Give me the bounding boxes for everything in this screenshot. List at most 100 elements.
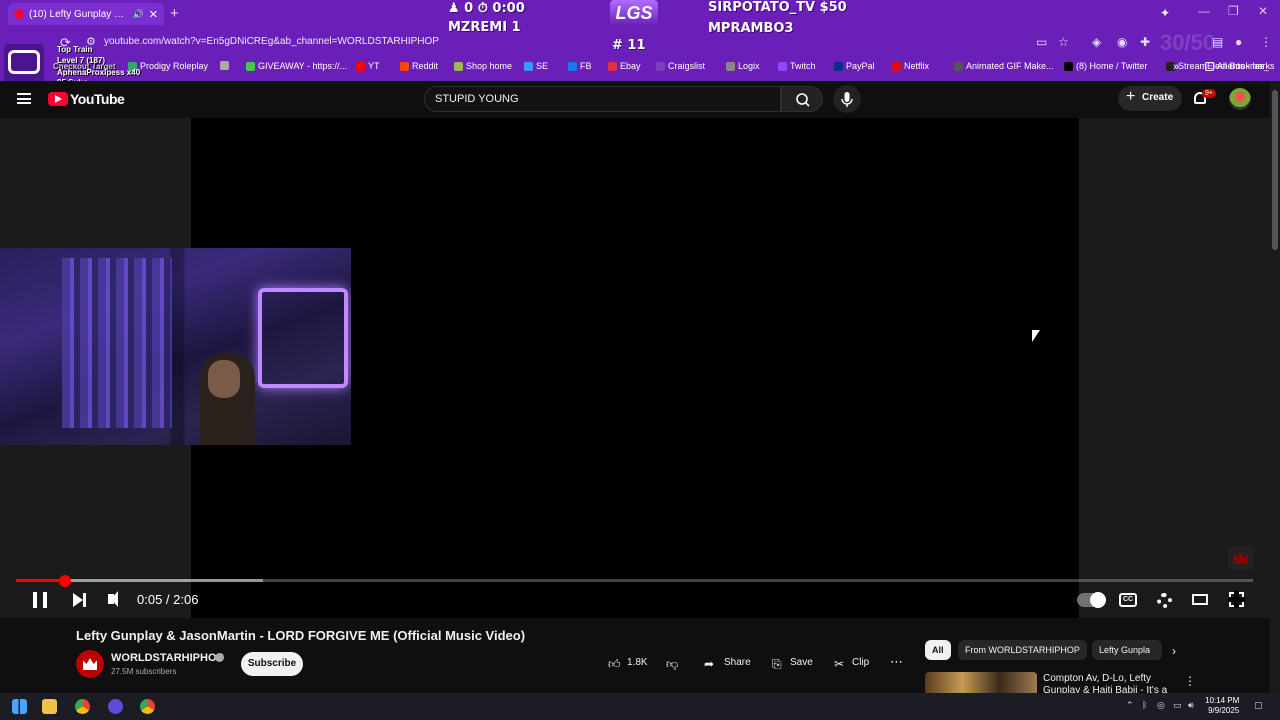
bookmark-item[interactable]: Reddit	[400, 61, 438, 71]
chrome-icon[interactable]	[140, 699, 155, 714]
captions-button[interactable]: CC	[1119, 593, 1137, 607]
search-icon	[796, 93, 810, 107]
scrollbar-thumb[interactable]	[1272, 90, 1278, 250]
minimize-button[interactable]: —	[1198, 4, 1210, 18]
train-level: Level 7 (187)	[57, 56, 106, 65]
active-tab[interactable]: (10) Lefty Gunplay & JasonMartin 🔊 ✕	[8, 3, 164, 25]
recommendation-menu-icon[interactable]: ⋮	[1184, 674, 1196, 688]
youtube-logo-icon[interactable]	[48, 92, 68, 106]
search-input[interactable]: STUPID YOUNG	[424, 86, 781, 112]
voice-search-button[interactable]	[833, 85, 861, 113]
chrome-icon[interactable]	[75, 699, 90, 714]
streamer-webcam	[0, 248, 351, 445]
bookmark-favicon-icon	[1064, 61, 1073, 71]
tray-network-icon[interactable]: ▭	[1173, 700, 1182, 711]
progress-played	[16, 579, 66, 582]
more-bookmarks-chevron-icon[interactable]: »	[1173, 61, 1179, 73]
start-windows-icon[interactable]	[12, 699, 27, 714]
train-icon	[8, 50, 40, 74]
train-sub: AphenaProxipess x40	[57, 68, 141, 77]
new-tab-button[interactable]: +	[170, 5, 179, 22]
close-window-button[interactable]: ✕	[1258, 4, 1268, 18]
profile-icon[interactable]: ●	[1235, 35, 1242, 49]
app-icon[interactable]	[108, 699, 123, 714]
clip-button[interactable]: Clip	[852, 657, 869, 668]
file-explorer-icon[interactable]	[42, 699, 57, 714]
more-actions-icon[interactable]: ⋯	[890, 654, 903, 670]
clip-icon[interactable]: ✂	[834, 657, 844, 671]
bookmark-item[interactable]: GIVEAWAY - https://...	[246, 61, 347, 71]
share-icon[interactable]: ➦	[704, 657, 714, 671]
search-button[interactable]	[781, 86, 823, 112]
menu-icon[interactable]: ⋮	[1260, 35, 1272, 49]
bookmark-item[interactable]	[220, 61, 229, 70]
bookmark-favicon-icon	[524, 61, 533, 71]
taskbar-clock[interactable]: 10:14 PM 9/9/2025	[1205, 696, 1239, 716]
like-icon[interactable]: 👍︎	[608, 657, 621, 672]
settings-gear-icon[interactable]	[1157, 593, 1172, 608]
autoplay-toggle[interactable]	[1077, 592, 1106, 608]
bookmark-item[interactable]: Shop home	[454, 61, 512, 71]
account-avatar[interactable]	[1229, 88, 1251, 110]
sparkle-icon[interactable]: ✦	[1160, 6, 1170, 20]
youtube-logo-text[interactable]: YouTube	[70, 91, 125, 107]
bookmark-item[interactable]: PayPal	[834, 61, 875, 71]
bookmark-label: Prodigy Roleplay	[140, 61, 209, 71]
close-tab-icon[interactable]: ✕	[149, 8, 158, 21]
tray-chevron-icon[interactable]: ⌃	[1126, 700, 1134, 711]
bookmark-item[interactable]: Logix	[726, 61, 760, 71]
bookmark-item[interactable]: Twitch	[778, 61, 816, 71]
puzzle-icon[interactable]: ✚	[1140, 35, 1150, 49]
extension-icon[interactable]: ▤	[1212, 35, 1223, 49]
tray-volume-icon[interactable]: 🔊︎	[1188, 700, 1194, 711]
bookmark-label: YT	[368, 61, 380, 71]
volume-icon[interactable]	[108, 591, 118, 607]
bookmark-favicon-icon	[656, 61, 665, 71]
maximize-button[interactable]: ❐	[1228, 4, 1239, 18]
bookmark-item[interactable]: Ebay	[608, 61, 641, 71]
all-bookmarks[interactable]: All Bookmarks	[1205, 61, 1275, 71]
bookmark-item[interactable]: SE	[524, 61, 548, 71]
pause-icon[interactable]	[33, 592, 47, 608]
extension-icon[interactable]: ◉	[1117, 35, 1127, 49]
create-button[interactable]: Create	[1118, 86, 1182, 111]
extension-icon[interactable]: ◈	[1092, 35, 1101, 49]
cast-icon[interactable]: ▭	[1036, 35, 1047, 49]
chevron-right-icon[interactable]: ›	[1172, 644, 1176, 658]
bookmark-favicon-icon	[568, 61, 577, 71]
hamburger-menu-icon[interactable]	[17, 93, 31, 104]
theater-mode-icon[interactable]	[1192, 594, 1208, 605]
folder-icon	[1205, 61, 1214, 71]
tray-steam-icon[interactable]: ◎	[1157, 700, 1165, 711]
speaker-icon[interactable]: 🔊	[133, 9, 144, 20]
chip-all[interactable]: All	[925, 640, 951, 660]
next-video-icon[interactable]	[73, 593, 86, 607]
address-bar[interactable]: youtube.com/watch?v=En5gDNiCREg&ab_chann…	[104, 36, 439, 47]
dislike-icon[interactable]: 👎︎	[666, 657, 678, 672]
recommendation-title[interactable]: Compton Av, D-Lo, Lefty Gunplay & Haiti …	[1043, 673, 1168, 693]
chip-from-channel[interactable]: From WORLDSTARHIPHOP	[958, 640, 1087, 660]
bookmark-item[interactable]: YT	[356, 61, 380, 71]
chip-artist[interactable]: Lefty Gunpla	[1092, 640, 1162, 660]
subscribe-button[interactable]: Subscribe	[241, 652, 303, 676]
time-display: 0:05 / 2:06	[137, 592, 199, 607]
bookmark-item[interactable]: (8) Home / Twitter	[1064, 61, 1147, 71]
bookmark-star-icon[interactable]: ☆	[1058, 35, 1069, 49]
recommendation-thumbnail[interactable]	[925, 672, 1037, 694]
share-button[interactable]: Share	[724, 657, 751, 668]
verified-check-icon	[215, 653, 224, 662]
bookmark-label: Netflix	[904, 61, 930, 71]
tray-bluetooth-icon[interactable]: ᛒ	[1142, 700, 1147, 710]
notification-center-icon[interactable]: ▢	[1254, 700, 1263, 711]
channel-avatar[interactable]	[76, 650, 104, 678]
bookmark-item[interactable]: Craigslist	[656, 61, 705, 71]
save-icon[interactable]: ⎘	[772, 657, 782, 672]
bookmark-item[interactable]: Animated GIF Make...	[954, 61, 1054, 71]
fullscreen-icon[interactable]	[1228, 591, 1245, 608]
like-count[interactable]: 1.8K	[627, 657, 648, 668]
channel-name[interactable]: WORLDSTARHIPHOP	[111, 652, 224, 664]
bookmark-item[interactable]: FB	[568, 61, 592, 71]
channel-watermark-icon[interactable]	[1228, 546, 1254, 570]
save-button[interactable]: Save	[790, 657, 813, 668]
bookmark-item[interactable]: Netflix	[892, 61, 929, 71]
